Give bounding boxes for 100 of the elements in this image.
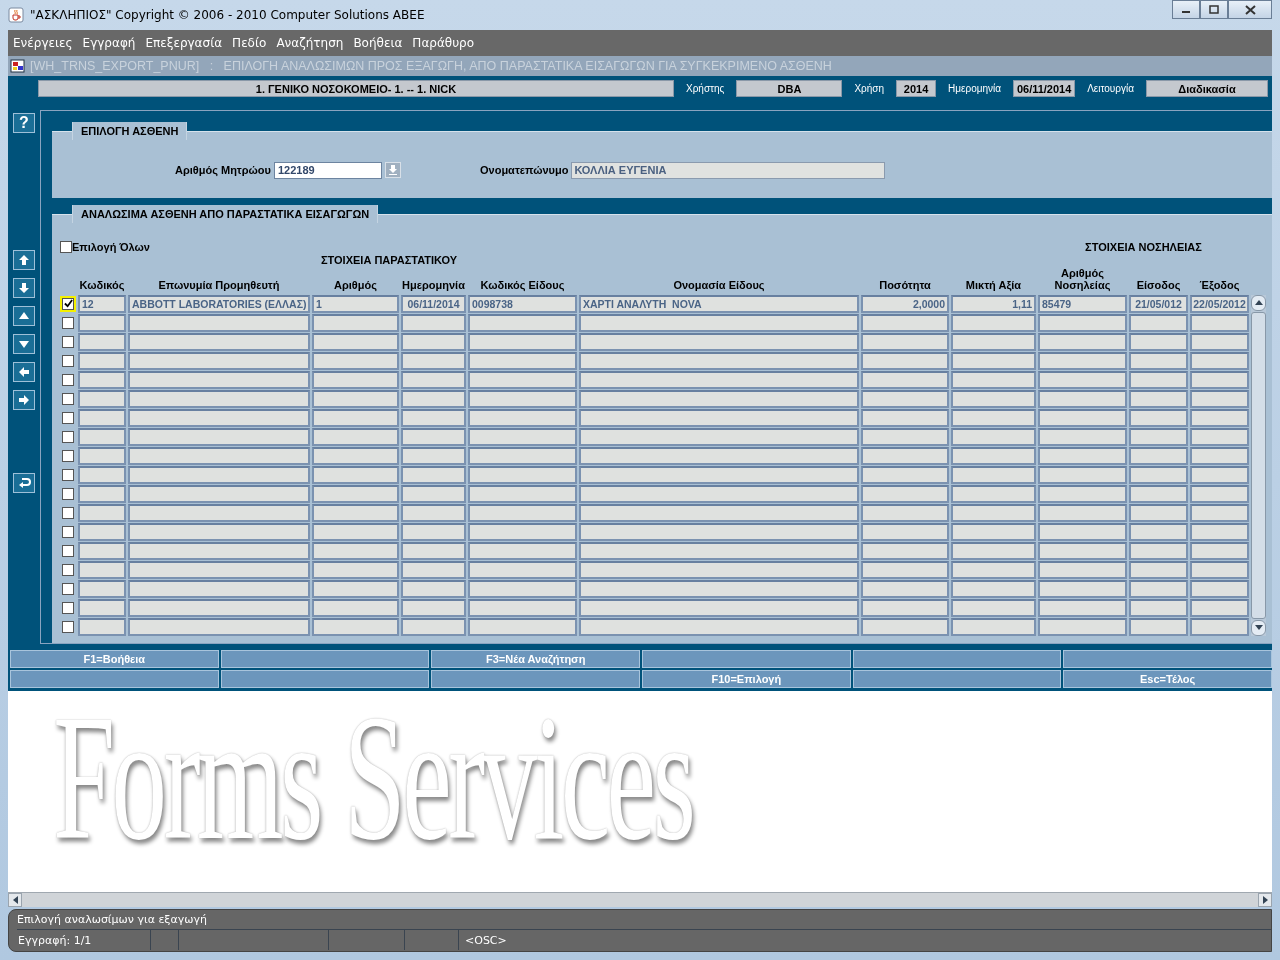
table-cell[interactable] — [1190, 522, 1249, 541]
table-cell[interactable] — [78, 370, 126, 389]
table-cell[interactable]: 0098738 — [468, 294, 577, 313]
menu-item[interactable]: Αναζήτηση — [276, 35, 344, 50]
menu-item[interactable]: Παράθυρο — [412, 35, 475, 50]
table-cell[interactable] — [401, 579, 466, 598]
table-cell[interactable] — [468, 446, 577, 465]
table-cell[interactable]: 85479 — [1038, 294, 1127, 313]
record-field[interactable]: 122189 — [274, 161, 382, 179]
table-cell[interactable] — [1038, 522, 1127, 541]
table-cell[interactable] — [579, 579, 859, 598]
table-cell[interactable] — [78, 351, 126, 370]
table-cell[interactable] — [1038, 560, 1127, 579]
table-cell[interactable] — [951, 484, 1036, 503]
table-cell[interactable] — [401, 503, 466, 522]
table-cell[interactable] — [401, 560, 466, 579]
table-cell[interactable] — [312, 484, 399, 503]
table-cell[interactable] — [1190, 389, 1249, 408]
table-cell[interactable] — [1129, 503, 1188, 522]
function-key-button[interactable]: Esc=Τέλος — [1063, 669, 1272, 688]
table-cell[interactable] — [951, 427, 1036, 446]
row-checkbox[interactable] — [60, 523, 76, 540]
table-cell[interactable] — [1190, 351, 1249, 370]
table-cell[interactable] — [128, 408, 310, 427]
table-cell[interactable] — [1038, 484, 1127, 503]
table-cell[interactable] — [861, 522, 949, 541]
table-cell[interactable] — [951, 370, 1036, 389]
table-cell[interactable] — [951, 579, 1036, 598]
row-checkbox[interactable] — [60, 314, 76, 331]
table-cell[interactable] — [579, 503, 859, 522]
table-cell[interactable] — [861, 446, 949, 465]
table-cell[interactable] — [1190, 617, 1249, 636]
table-cell[interactable] — [1038, 389, 1127, 408]
triangle-up-button[interactable] — [13, 305, 35, 326]
table-cell[interactable] — [1038, 370, 1127, 389]
table-cell[interactable] — [861, 313, 949, 332]
table-cell[interactable] — [78, 313, 126, 332]
menu-item[interactable]: Ενέργειες — [13, 35, 73, 50]
minimize-button[interactable] — [1172, 0, 1200, 19]
table-cell[interactable] — [401, 332, 466, 351]
table-cell[interactable] — [861, 598, 949, 617]
table-cell[interactable] — [1190, 446, 1249, 465]
table-cell[interactable] — [468, 560, 577, 579]
table-cell[interactable] — [1129, 389, 1188, 408]
table-cell[interactable]: 1 — [312, 294, 399, 313]
table-cell[interactable] — [579, 465, 859, 484]
table-cell[interactable] — [1038, 408, 1127, 427]
menu-item[interactable]: Πεδίο — [232, 35, 267, 50]
arrow-down-button[interactable] — [13, 277, 35, 298]
table-cell[interactable] — [951, 598, 1036, 617]
menu-item[interactable]: Βοήθεια — [353, 35, 403, 50]
table-cell[interactable] — [401, 617, 466, 636]
table-cell[interactable] — [1129, 313, 1188, 332]
table-cell[interactable] — [1190, 313, 1249, 332]
table-cell[interactable] — [468, 370, 577, 389]
table-cell[interactable]: 21/05/012 — [1129, 294, 1188, 313]
table-cell[interactable] — [401, 522, 466, 541]
function-key-button[interactable] — [10, 669, 219, 688]
table-cell[interactable] — [312, 427, 399, 446]
table-cell[interactable]: ABBOTT LABORATORIES (ΕΛΛΑΣ) — [128, 294, 310, 313]
table-cell[interactable] — [312, 313, 399, 332]
table-cell[interactable] — [468, 351, 577, 370]
table-cell[interactable] — [1129, 598, 1188, 617]
table-cell[interactable] — [1129, 446, 1188, 465]
table-cell[interactable] — [1129, 541, 1188, 560]
table-cell[interactable] — [128, 465, 310, 484]
table-cell[interactable] — [1190, 541, 1249, 560]
table-cell[interactable] — [1190, 332, 1249, 351]
row-checkbox[interactable] — [60, 466, 76, 483]
table-cell[interactable] — [312, 465, 399, 484]
undo-button[interactable] — [13, 472, 35, 493]
close-button[interactable] — [1228, 0, 1272, 19]
table-cell[interactable] — [861, 503, 949, 522]
table-cell[interactable] — [401, 351, 466, 370]
table-cell[interactable] — [1038, 427, 1127, 446]
table-cell[interactable] — [579, 617, 859, 636]
table-cell[interactable] — [1190, 427, 1249, 446]
table-cell[interactable] — [951, 541, 1036, 560]
table-cell[interactable] — [951, 351, 1036, 370]
table-cell[interactable] — [951, 503, 1036, 522]
table-cell[interactable] — [1190, 370, 1249, 389]
table-cell[interactable] — [312, 370, 399, 389]
scroll-left-button[interactable] — [8, 893, 22, 908]
table-cell[interactable] — [861, 560, 949, 579]
table-cell[interactable] — [312, 617, 399, 636]
table-cell[interactable] — [128, 617, 310, 636]
table-cell[interactable] — [78, 617, 126, 636]
triangle-down-button[interactable] — [13, 333, 35, 354]
table-cell[interactable] — [1038, 579, 1127, 598]
function-key-button[interactable] — [220, 649, 430, 668]
help-button[interactable]: ? — [13, 112, 35, 133]
list-button[interactable] — [385, 162, 401, 179]
table-cell[interactable] — [312, 389, 399, 408]
table-cell[interactable] — [951, 446, 1036, 465]
table-cell[interactable] — [78, 560, 126, 579]
table-cell[interactable] — [78, 484, 126, 503]
menu-item[interactable]: Επεξεργασία — [145, 35, 223, 50]
table-cell[interactable] — [1129, 351, 1188, 370]
table-cell[interactable] — [468, 484, 577, 503]
table-cell[interactable] — [78, 541, 126, 560]
